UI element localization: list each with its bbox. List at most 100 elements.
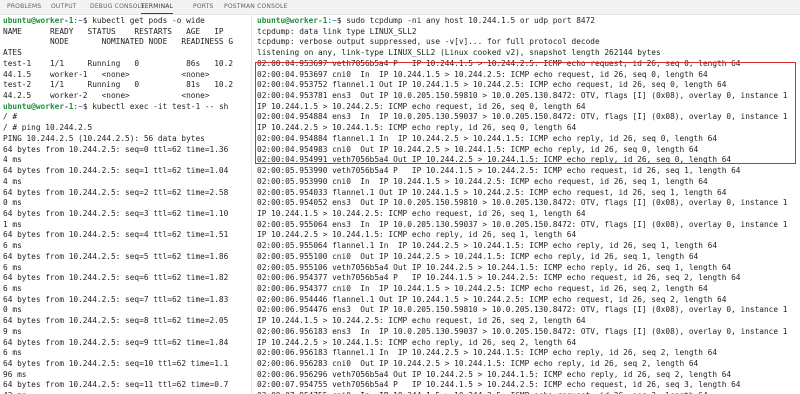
output-line: 02:00:04.954991 veth7056b5a4 Out IP 10.2… (257, 155, 800, 166)
output-line: tcpdump: data link type LINUX_SLL2 (257, 27, 800, 38)
output-line: 02:00:05.953990 cni0 In IP 10.244.1.5 > … (257, 177, 800, 188)
output-text: 64 bytes from 10.244.2.5: seq=11 ttl=62 … (3, 380, 229, 390)
output-text: 0 ms (3, 198, 22, 208)
output-text: 64 bytes from 10.244.2.5: seq=1 ttl=62 t… (3, 166, 229, 176)
output-line: IP 10.244.2.5 > 10.244.1.5: ICMP echo re… (257, 338, 800, 349)
output-line: IP 10.244.2.5 > 10.244.1.5: ICMP echo re… (257, 230, 800, 241)
output-text: NAME READY STATUS RESTARTS AGE IP (3, 26, 224, 36)
output-line: 02:00:06.954377 veth7056b5a4 P IP 10.244… (257, 273, 800, 284)
terminal-pane-left[interactable]: ubuntu@worker-1:~$ kubectl get pods -o w… (3, 16, 246, 394)
output-line: 02:00:04.954884 flannel.1 In IP 10.244.2… (257, 134, 800, 145)
output-line: 6 ms (3, 284, 246, 295)
output-text: 02:00:05.954052 ens3 Out IP 10.0.205.150… (257, 198, 788, 208)
output-line: ATES (3, 48, 246, 59)
output-text: 44.1.5 worker-1 <none> <none> (3, 69, 210, 79)
output-line: 64 bytes from 10.244.2.5: seq=6 ttl=62 t… (3, 273, 246, 284)
output-line: tcpdump: verbose output suppressed, use … (257, 37, 800, 48)
output-line: 64 bytes from 10.244.2.5: seq=10 ttl=62 … (3, 359, 246, 370)
output-text: 6 ms (3, 262, 22, 272)
output-text: 6 ms (3, 241, 22, 251)
output-text: IP 10.244.1.5 > 10.244.2.5: ICMP echo re… (257, 316, 586, 326)
output-line: 64 bytes from 10.244.2.5: seq=3 ttl=62 t… (3, 209, 246, 220)
output-text: 64 bytes from 10.244.2.5: seq=3 ttl=62 t… (3, 208, 229, 218)
output-text: 02:00:05.953990 veth7056b5a4 P IP 10.244… (257, 166, 741, 176)
output-line: IP 10.244.1.5 > 10.244.2.5: ICMP echo re… (257, 102, 800, 113)
output-line: 64 bytes from 10.244.2.5: seq=0 ttl=62 t… (3, 145, 246, 156)
output-text: IP 10.244.1.5 > 10.244.2.5: ICMP echo re… (257, 101, 586, 111)
output-line: 02:00:07.954755 veth7056b5a4 P IP 10.244… (257, 380, 800, 391)
tab-postman-console[interactable]: POSTMAN CONSOLE (224, 0, 288, 14)
output-text: test-2 1/1 Running 0 81s 10.2 (3, 80, 234, 90)
output-text: 64 bytes from 10.244.2.5: seq=5 ttl=62 t… (3, 251, 229, 261)
output-line: 02:00:06.956283 cni0 Out IP 10.244.2.5 >… (257, 359, 800, 370)
output-line: 64 bytes from 10.244.2.5: seq=2 ttl=62 t… (3, 188, 246, 199)
tab-output[interactable]: OUTPUT (51, 0, 77, 14)
output-text: 02:00:06.954377 cni0 In IP 10.244.1.5 > … (257, 283, 708, 293)
output-text: ATES (3, 48, 22, 58)
output-text: / # ping 10.244.2.5 (3, 123, 93, 133)
output-line: 96 ms (3, 370, 246, 381)
tab-debug-console[interactable]: DEBUG CONSOLE (90, 0, 145, 14)
output-line: 02:00:04.953697 veth7056b5a4 P IP 10.244… (257, 59, 800, 70)
output-text: 1 ms (3, 219, 22, 229)
output-line: 6 ms (3, 348, 246, 359)
output-text: test-1 1/1 Running 0 86s 10.2 (3, 58, 234, 68)
split-divider[interactable] (251, 15, 252, 394)
prompt-line: ubuntu@worker-1:~$ kubectl get pods -o w… (3, 16, 246, 27)
output-text: 02:00:04.953697 cni0 In IP 10.244.1.5 > … (257, 69, 708, 79)
prompt-path: :~ (73, 101, 83, 111)
output-text: 02:00:04.954884 flannel.1 In IP 10.244.2… (257, 133, 718, 143)
output-line: 02:00:05.955064 ens3 In IP 10.0.205.130.… (257, 220, 800, 231)
output-text: 44.2.5 worker-2 <none> <none> (3, 91, 210, 101)
output-text: 02:00:05.955106 veth7056b5a4 Out IP 10.2… (257, 262, 732, 272)
output-text: tcpdump: verbose output suppressed, use … (257, 37, 600, 47)
output-line: 02:00:06.956296 veth7056b5a4 Out IP 10.2… (257, 370, 800, 381)
output-line: 0 ms (3, 198, 246, 209)
output-text: 02:00:06.954377 veth7056b5a4 P IP 10.244… (257, 273, 741, 283)
output-text: 02:00:07.954755 veth7056b5a4 P IP 10.244… (257, 380, 741, 390)
output-line: 02:00:06.954476 ens3 Out IP 10.0.205.150… (257, 305, 800, 316)
output-line: 0 ms (3, 305, 246, 316)
prompt-line: ubuntu@worker-1:~$ kubectl exec -it test… (3, 102, 246, 113)
output-text: 02:00:06.954476 ens3 Out IP 10.0.205.150… (257, 305, 788, 315)
output-text: 64 bytes from 10.244.2.5: seq=10 ttl=62 … (3, 359, 229, 368)
output-line: 02:00:06.954377 cni0 In IP 10.244.1.5 > … (257, 284, 800, 295)
output-text: 64 bytes from 10.244.2.5: seq=2 ttl=62 t… (3, 187, 229, 197)
prompt-user: ubuntu@worker-1 (3, 16, 74, 25)
output-text: 02:00:06.956183 ens3 In IP 10.0.205.130.… (257, 326, 788, 336)
output-line: 64 bytes from 10.244.2.5: seq=11 ttl=62 … (3, 380, 246, 391)
output-text: 02:00:04.953781 ens3 Out IP 10.0.205.150… (257, 91, 788, 101)
output-text: 9 ms (3, 326, 22, 336)
prompt-user: ubuntu@worker-1 (257, 16, 328, 25)
output-text: PING 10.244.2.5 (10.244.2.5): 56 data by… (3, 133, 205, 143)
output-line: 64 bytes from 10.244.2.5: seq=7 ttl=62 t… (3, 295, 246, 306)
output-text: 02:00:04.953697 veth7056b5a4 P IP 10.244… (257, 58, 741, 68)
output-line: PING 10.244.2.5 (10.244.2.5): 56 data by… (3, 134, 246, 145)
output-line: 02:00:04.953781 ens3 Out IP 10.0.205.150… (257, 91, 800, 102)
output-text: 96 ms (3, 369, 27, 379)
output-text: 4 ms (3, 155, 22, 165)
tab-problems[interactable]: PROBLEMS (7, 0, 41, 14)
output-line: 6 ms (3, 241, 246, 252)
output-line: / # ping 10.244.2.5 (3, 123, 246, 134)
output-line: 6 ms (3, 263, 246, 274)
output-line: NAME READY STATUS RESTARTS AGE IP (3, 27, 246, 38)
output-text: listening on any, link-type LINUX_SLL2 (… (257, 48, 661, 58)
output-text: / # (3, 112, 18, 122)
output-text: 02:00:05.955064 flannel.1 In IP 10.244.2… (257, 241, 718, 251)
command-text: $ sudo tcpdump -ni any host 10.244.1.5 o… (336, 16, 595, 25)
output-text: 64 bytes from 10.244.2.5: seq=0 ttl=62 t… (3, 144, 229, 154)
tab-ports[interactable]: PORTS (193, 0, 214, 14)
output-line: 4 ms (3, 155, 246, 166)
tab-terminal[interactable]: TERMINAL (141, 0, 174, 14)
output-text: 64 bytes from 10.244.2.5: seq=7 ttl=62 t… (3, 294, 229, 304)
output-text: 64 bytes from 10.244.2.5: seq=8 ttl=62 t… (3, 316, 229, 326)
output-line: 64 bytes from 10.244.2.5: seq=8 ttl=62 t… (3, 316, 246, 327)
output-line: 64 bytes from 10.244.2.5: seq=5 ttl=62 t… (3, 252, 246, 263)
output-line: NODE NOMINATED NODE READINESS G (3, 37, 246, 48)
output-text: IP 10.244.2.5 > 10.244.1.5: ICMP echo re… (257, 230, 577, 240)
terminal-pane-right[interactable]: ubuntu@worker-1:~$ sudo tcpdump -ni any … (257, 16, 800, 394)
output-text: 02:00:05.954033 flannel.1 Out IP 10.244.… (257, 187, 727, 197)
prompt-path: :~ (327, 16, 337, 25)
output-line: 9 ms (3, 327, 246, 338)
